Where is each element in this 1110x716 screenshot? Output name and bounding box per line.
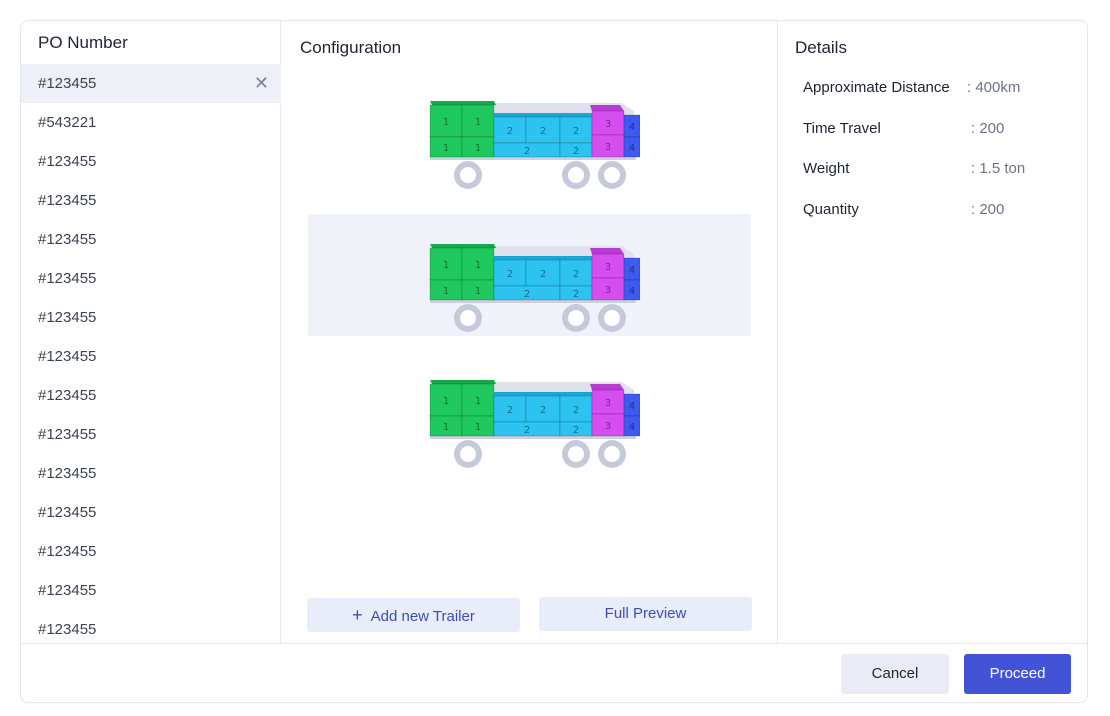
po-list-item[interactable]: #123455	[21, 454, 281, 493]
svg-text:2: 2	[524, 289, 530, 300]
details-heading: Details	[795, 38, 847, 57]
svg-text:2: 2	[573, 146, 579, 157]
po-list-item[interactable]: #123455	[21, 298, 281, 337]
svg-text:3: 3	[605, 398, 611, 409]
detail-value: : 400km	[967, 79, 1021, 96]
po-list-item[interactable]: #123455	[21, 532, 281, 571]
svg-text:4: 4	[629, 422, 635, 433]
svg-text:1: 1	[443, 143, 449, 154]
po-number-label: #123455	[38, 543, 97, 560]
po-number-label: #123455	[38, 75, 97, 92]
po-list-item[interactable]: #123455	[21, 493, 281, 532]
po-number-panel: PO Number #123455 ✕ #543221 #123455 #123…	[21, 21, 281, 643]
svg-text:2: 2	[540, 269, 546, 280]
svg-text:2: 2	[573, 289, 579, 300]
po-number-label: #123455	[38, 348, 97, 365]
detail-label: Quantity	[803, 200, 859, 218]
po-number-label: #543221	[38, 114, 97, 131]
po-number-label: #123455	[38, 465, 97, 482]
full-preview-button[interactable]: Full Preview	[539, 597, 752, 631]
trailer-option[interactable]: 1111222223344	[308, 358, 751, 480]
svg-text:4: 4	[629, 401, 635, 412]
trailer-option[interactable]: 1111222223344	[308, 79, 751, 201]
svg-text:3: 3	[605, 262, 611, 273]
svg-text:1: 1	[443, 396, 449, 407]
po-number-label: #123455	[38, 504, 97, 521]
po-list-item[interactable]: #123455	[21, 181, 281, 220]
po-number-label: #123455	[38, 270, 97, 287]
po-list-item[interactable]: #123455	[21, 220, 281, 259]
svg-text:3: 3	[605, 119, 611, 130]
po-list-item[interactable]: #123455	[21, 376, 281, 415]
svg-text:4: 4	[629, 122, 635, 133]
svg-text:1: 1	[475, 422, 481, 433]
po-list-item[interactable]: #123455	[21, 337, 281, 376]
trailer-illustration: 1 11 12 2 22 23344	[429, 101, 640, 189]
proceed-button[interactable]: Proceed	[964, 654, 1071, 694]
po-number-label: #123455	[38, 231, 97, 248]
svg-text:3: 3	[605, 285, 611, 296]
trailer-config-dialog: PO Number #123455 ✕ #543221 #123455 #123…	[20, 20, 1088, 703]
detail-value: : 200	[971, 200, 1005, 218]
svg-text:1: 1	[443, 117, 449, 128]
configuration-panel: Configuration 1111222223344 111122222334…	[281, 21, 778, 643]
svg-text:3: 3	[605, 142, 611, 153]
detail-label: Time Travel	[803, 119, 881, 137]
plus-icon: +	[352, 605, 363, 625]
svg-text:4: 4	[629, 143, 635, 154]
po-list-item[interactable]: #123455	[21, 142, 281, 181]
svg-text:2: 2	[507, 126, 513, 137]
po-list-item[interactable]: #543221	[21, 103, 281, 142]
svg-text:2: 2	[573, 405, 579, 416]
po-list-item[interactable]: #123455	[21, 259, 281, 298]
svg-text:1: 1	[475, 143, 481, 154]
po-number-label: #123455	[38, 192, 97, 209]
svg-text:2: 2	[540, 405, 546, 416]
po-number-label: #123455	[38, 426, 97, 443]
svg-text:1: 1	[443, 422, 449, 433]
detail-value: : 200	[971, 119, 1005, 137]
details-panel: Details Approximate Distance : 400km Tim…	[778, 21, 1087, 643]
po-list-item[interactable]: #123455 ✕	[21, 64, 281, 103]
po-number-label: #123455	[38, 621, 97, 638]
po-number-label: #123455	[38, 582, 97, 599]
svg-text:1: 1	[475, 396, 481, 407]
svg-text:2: 2	[524, 425, 530, 436]
svg-text:2: 2	[524, 146, 530, 157]
svg-text:1: 1	[443, 260, 449, 271]
svg-text:1: 1	[443, 286, 449, 297]
po-number-label: #123455	[38, 387, 97, 404]
svg-text:2: 2	[573, 126, 579, 137]
po-number-heading: PO Number	[38, 33, 128, 52]
po-number-label: #123455	[38, 309, 97, 326]
po-list-item[interactable]: #123455	[21, 415, 281, 454]
po-list-item[interactable]: #123455	[21, 571, 281, 610]
svg-text:2: 2	[573, 269, 579, 280]
svg-text:2: 2	[507, 405, 513, 416]
detail-label: Approximate Distance	[803, 79, 950, 96]
detail-label: Weight	[803, 160, 850, 177]
svg-text:3: 3	[605, 421, 611, 432]
configuration-heading: Configuration	[300, 38, 402, 57]
close-icon[interactable]: ✕	[254, 64, 269, 103]
add-trailer-label: Add new Trailer	[370, 608, 475, 625]
svg-text:4: 4	[629, 265, 635, 276]
detail-value: : 1.5 ton	[971, 160, 1026, 177]
svg-text:2: 2	[573, 425, 579, 436]
trailer-illustration: 1 11 12 2 22 23344	[429, 244, 640, 332]
svg-text:1: 1	[475, 260, 481, 271]
svg-text:1: 1	[475, 286, 481, 297]
svg-text:2: 2	[507, 269, 513, 280]
add-new-trailer-button[interactable]: + Add new Trailer	[307, 598, 520, 632]
full-preview-label: Full Preview	[604, 605, 687, 622]
cancel-button[interactable]: Cancel	[841, 654, 949, 694]
po-number-label: #123455	[38, 153, 97, 170]
trailer-illustration: 1 11 12 2 22 23344	[429, 380, 640, 468]
po-list: #123455 ✕ #543221 #123455 #123455 #12345…	[21, 64, 281, 649]
svg-text:1: 1	[475, 117, 481, 128]
svg-text:4: 4	[629, 286, 635, 297]
dialog-footer: Cancel Proceed	[21, 643, 1087, 702]
svg-text:2: 2	[540, 126, 546, 137]
trailer-option-selected[interactable]: 1111222223344	[308, 214, 751, 336]
